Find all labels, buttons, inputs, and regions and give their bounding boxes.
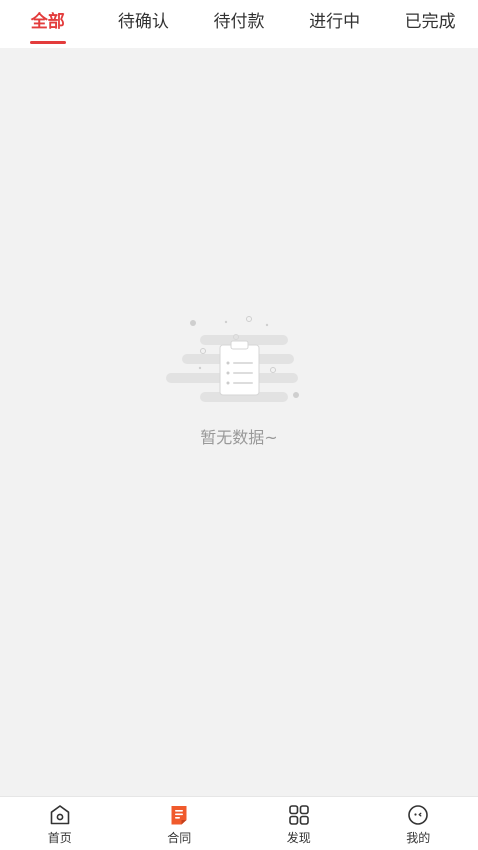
order-status-tabs: 全部 待确认 待付款 进行中 已完成 [0, 0, 478, 48]
tab-all[interactable]: 全部 [0, 0, 96, 48]
nav-discover[interactable]: 发现 [239, 797, 359, 850]
nav-contract[interactable]: 合同 [120, 797, 240, 850]
tab-completed-label: 已完成 [404, 12, 456, 32]
nav-contract-label: 合同 [167, 831, 192, 845]
contract-icon [171, 806, 187, 825]
nav-home-label: 首页 [47, 831, 72, 845]
empty-state-text: 暂无数据~ [200, 428, 278, 447]
tab-all-label: 全部 [30, 12, 65, 32]
nav-profile-label: 我的 [406, 831, 431, 845]
tab-completed[interactable]: 已完成 [382, 0, 478, 48]
tab-in-progress-label: 进行中 [309, 12, 361, 32]
tab-pending-confirmation-label: 待确认 [117, 12, 169, 32]
nav-profile[interactable]: 我的 [359, 797, 478, 850]
nav-home[interactable]: 首页 [0, 797, 120, 850]
tab-in-progress[interactable]: 进行中 [287, 0, 383, 48]
bottom-navigation: 首页 合同 发现 我的 [0, 796, 478, 850]
clipboard-list-icon [166, 316, 299, 402]
profile-icon [408, 805, 429, 825]
grid-icon [288, 805, 309, 825]
active-tab-indicator [29, 41, 66, 44]
home-icon [50, 805, 70, 825]
tab-pending-confirmation[interactable]: 待确认 [96, 0, 192, 48]
nav-discover-label: 发现 [286, 831, 311, 845]
tab-pending-payment[interactable]: 待付款 [191, 0, 287, 48]
tab-pending-payment-label: 待付款 [213, 12, 265, 32]
content-area: 暂无数据~ [0, 48, 478, 796]
